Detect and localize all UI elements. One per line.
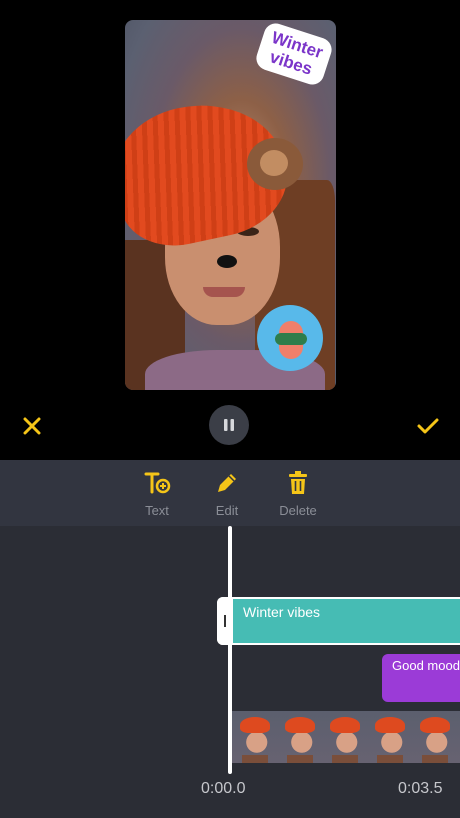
checkmark-icon [417, 418, 439, 434]
filmstrip-frame [322, 711, 367, 763]
delete-tool-label: Delete [279, 503, 317, 518]
pause-icon [224, 419, 234, 431]
clip-label: Winter vibes [243, 604, 321, 620]
time-start-label: 0:00.0 [201, 780, 246, 797]
video-preview-area: Winter vibes [0, 0, 460, 460]
delete-tool-button[interactable]: Delete [268, 470, 328, 518]
mouth [203, 287, 245, 297]
trash-icon [289, 471, 307, 494]
character-mask [275, 333, 307, 345]
clip-label: Good mood [392, 658, 460, 673]
bear-nose-effect [217, 255, 237, 268]
video-frame[interactable]: Winter vibes [125, 20, 336, 390]
filmstrip-frame [412, 711, 457, 763]
character-sticker[interactable] [257, 305, 323, 371]
text-clip-winter-vibes[interactable]: Winter vibes [217, 597, 460, 645]
text-sticker[interactable]: Winter vibes [253, 20, 335, 88]
filmstrip-frame [367, 711, 412, 763]
edit-tool-button[interactable]: Edit [197, 470, 257, 518]
edit-tool-label: Edit [215, 503, 239, 518]
playhead[interactable] [228, 526, 232, 774]
text-tool-label: Text [145, 503, 169, 518]
add-text-icon [144, 472, 171, 494]
pencil-icon [218, 474, 236, 492]
text-clip-good-mood[interactable]: Good mood [382, 654, 460, 702]
pause-button[interactable] [209, 405, 249, 445]
video-filmstrip[interactable] [232, 711, 460, 763]
confirm-button[interactable] [414, 414, 442, 438]
close-button[interactable] [20, 414, 44, 438]
filmstrip-frame [277, 711, 322, 763]
bear-ear-effect [247, 138, 303, 190]
filmstrip-frame [232, 711, 277, 763]
text-tool-button[interactable]: Text [127, 470, 187, 518]
time-marker-label: 0:03.5 [398, 780, 443, 797]
close-icon [23, 417, 41, 435]
